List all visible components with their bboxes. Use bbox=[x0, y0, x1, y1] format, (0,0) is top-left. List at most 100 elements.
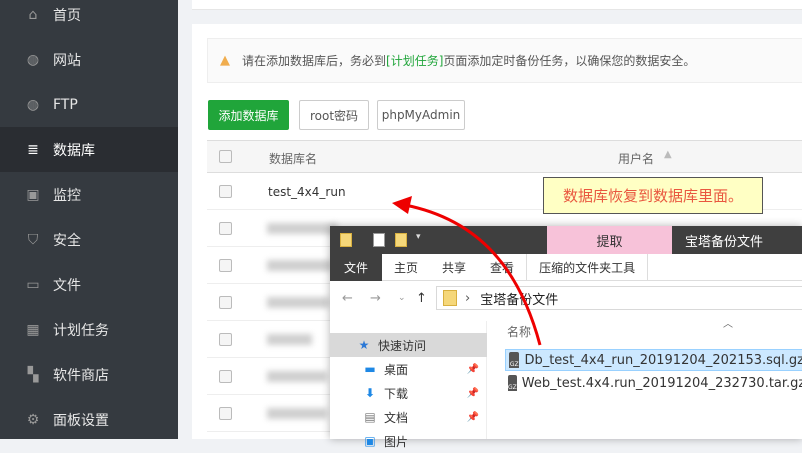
row-checkbox[interactable] bbox=[219, 296, 232, 309]
file-item[interactable]: GZ Web_test.4x4.run_20191204_232730.tar.g… bbox=[505, 372, 802, 394]
notice-box: ▲ 请在添加数据库后，务必到 [计划任务] 页面添加定时备份任务，以确保您的数据安全… bbox=[207, 38, 802, 83]
gz-archive-icon: GZ bbox=[508, 375, 517, 391]
header-db-name[interactable]: 数据库名 bbox=[269, 150, 317, 167]
tab-share[interactable]: 共享 bbox=[430, 254, 478, 281]
properties-icon[interactable] bbox=[373, 233, 385, 247]
sidebar-item-ftp[interactable]: ◍ FTP bbox=[0, 82, 178, 127]
blurred-name bbox=[267, 371, 327, 382]
nav-label: 图片 bbox=[384, 434, 409, 449]
document-icon: ▤ bbox=[364, 410, 376, 424]
nav-pictures[interactable]: ▣ 图片 bbox=[330, 429, 487, 453]
nav-desktop[interactable]: ▬ 桌面 📌 bbox=[330, 357, 487, 381]
pin-icon[interactable]: 📌 bbox=[467, 364, 479, 375]
row-checkbox[interactable] bbox=[219, 407, 232, 420]
blurred-name bbox=[267, 297, 329, 308]
notice-text-end: 页面添加定时备份任务，以确保您的数据安全。 bbox=[443, 54, 696, 68]
folder-icon[interactable] bbox=[340, 233, 352, 247]
tab-home[interactable]: 主页 bbox=[382, 254, 430, 281]
file-explorer-window: ▾ 提取 宝塔备份文件 文件 主页 共享 查看 压缩的文件夹工具 ← → ⌄ ↑… bbox=[330, 226, 802, 449]
home-icon: ⌂ bbox=[28, 6, 38, 23]
tab-view[interactable]: 查看 bbox=[478, 254, 526, 281]
tab-compressed-tools[interactable]: 压缩的文件夹工具 bbox=[526, 253, 649, 281]
nav-quick-access[interactable]: ★ 快速访问 bbox=[330, 333, 487, 357]
database-icon: ≣ bbox=[27, 141, 39, 158]
sidebar-item-label: 首页 bbox=[53, 7, 81, 24]
row-checkbox[interactable] bbox=[219, 222, 232, 235]
sidebar-item-home[interactable]: ⌂ 首页 bbox=[0, 0, 178, 37]
row-checkbox[interactable] bbox=[219, 185, 232, 198]
globe-icon: ◍ bbox=[26, 51, 40, 68]
sidebar-item-database[interactable]: ≣ 数据库 bbox=[0, 127, 178, 172]
calendar-icon: ▦ bbox=[26, 321, 40, 338]
sidebar-item-security[interactable]: ⛉ 安全 bbox=[0, 217, 178, 262]
nav-label: 快速访问 bbox=[378, 338, 427, 353]
download-icon: ⬇ bbox=[364, 386, 376, 400]
ribbon-tabs: 文件 主页 共享 查看 压缩的文件夹工具 bbox=[330, 253, 802, 281]
blurred-name bbox=[267, 408, 327, 419]
window-title: 宝塔备份文件 bbox=[685, 234, 764, 250]
row-checkbox[interactable] bbox=[219, 370, 232, 383]
phpmyadmin-button[interactable]: phpMyAdmin bbox=[377, 100, 465, 130]
new-folder-icon[interactable] bbox=[395, 233, 407, 247]
sidebar-item-label: FTP bbox=[53, 96, 78, 113]
desktop-icon: ▬ bbox=[364, 362, 376, 376]
sidebar: ⌂ 首页 ◍ 网站 ◍ FTP ≣ 数据库 ▣ 监控 ⛉ 安全 ▭ 文件 ▦ 计划任务 ▚ 软件商… bbox=[0, 0, 178, 439]
sidebar-item-label: 软件商店 bbox=[53, 367, 109, 384]
sidebar-item-cron[interactable]: ▦ 计划任务 bbox=[0, 307, 178, 352]
folder-icon: ▭ bbox=[26, 276, 40, 293]
grid-icon: ▚ bbox=[27, 366, 39, 383]
nav-downloads[interactable]: ⬇ 下载 📌 bbox=[330, 381, 487, 405]
add-database-button[interactable]: 添加数据库 bbox=[208, 100, 289, 130]
file-name: Db_test_4x4_run_20191204_202153.sql.gz bbox=[524, 352, 802, 368]
warning-icon: ▲ bbox=[220, 53, 230, 68]
nav-documents[interactable]: ▤ 文档 📌 bbox=[330, 405, 487, 429]
column-name-header[interactable]: 名称 bbox=[507, 323, 531, 340]
address-bar[interactable]: › 宝塔备份文件 bbox=[436, 286, 802, 310]
file-item[interactable]: GZ Db_test_4x4_run_20191204_202153.sql.gz bbox=[505, 349, 802, 371]
sort-asc-icon[interactable]: ▲ bbox=[664, 149, 672, 160]
sidebar-item-label: 数据库 bbox=[53, 142, 95, 159]
row-checkbox[interactable] bbox=[219, 333, 232, 346]
forward-icon[interactable]: → bbox=[370, 291, 381, 306]
root-password-button[interactable]: root密码 bbox=[299, 100, 369, 130]
navigation-pane: ★ 快速访问 ▬ 桌面 📌 ⬇ 下载 📌 ▤ 文档 📌 ▣ 图片 bbox=[330, 321, 487, 449]
pin-icon[interactable]: 📌 bbox=[467, 412, 479, 423]
sidebar-item-settings[interactable]: ⚙ 面板设置 bbox=[0, 397, 178, 442]
recent-chevron-icon[interactable]: ⌄ bbox=[398, 293, 406, 303]
up-icon[interactable]: ↑ bbox=[416, 291, 427, 306]
sort-up-icon[interactable]: ︿ bbox=[723, 315, 733, 330]
file-name: Web_test.4x4.run_20191204_232730.tar.gz bbox=[521, 375, 802, 391]
panel-gap bbox=[192, 10, 802, 24]
row-checkbox[interactable] bbox=[219, 259, 232, 272]
cron-link[interactable]: [计划任务] bbox=[386, 52, 443, 69]
sidebar-item-files[interactable]: ▭ 文件 bbox=[0, 262, 178, 307]
blurred-name bbox=[267, 223, 337, 234]
annotation-callout: 数据库恢复到数据库里面。 bbox=[543, 177, 763, 214]
gz-archive-icon: GZ bbox=[509, 352, 520, 368]
table-header: 数据库名 用户名 ▲ bbox=[207, 140, 802, 173]
sidebar-item-label: 面板设置 bbox=[53, 412, 109, 429]
tab-extract[interactable]: 提取 bbox=[547, 226, 672, 254]
ftp-icon: ◍ bbox=[26, 96, 40, 113]
tab-file[interactable]: 文件 bbox=[330, 253, 383, 281]
sidebar-item-label: 文件 bbox=[53, 277, 81, 294]
monitor-icon: ▣ bbox=[26, 186, 40, 203]
sidebar-item-website[interactable]: ◍ 网站 bbox=[0, 37, 178, 82]
folder-icon bbox=[443, 290, 457, 306]
title-bar: ▾ 提取 宝塔备份文件 bbox=[330, 226, 802, 254]
gear-icon: ⚙ bbox=[26, 411, 40, 428]
sidebar-item-label: 网站 bbox=[53, 52, 81, 69]
blurred-name bbox=[267, 334, 312, 345]
chevron-down-icon[interactable]: ▾ bbox=[416, 232, 421, 242]
sidebar-item-monitor[interactable]: ▣ 监控 bbox=[0, 172, 178, 217]
back-icon[interactable]: ← bbox=[342, 291, 353, 306]
picture-icon: ▣ bbox=[364, 434, 376, 448]
pin-icon[interactable]: 📌 bbox=[467, 388, 479, 399]
header-username[interactable]: 用户名 bbox=[618, 150, 654, 167]
star-icon: ★ bbox=[358, 338, 370, 352]
sidebar-item-store[interactable]: ▚ 软件商店 bbox=[0, 352, 178, 397]
file-list: ︿ 名称 GZ Db_test_4x4_run_20191204_202153.s… bbox=[490, 313, 802, 439]
nav-label: 文档 bbox=[384, 410, 409, 425]
nav-label: 桌面 bbox=[384, 362, 409, 377]
select-all-checkbox[interactable] bbox=[219, 150, 232, 163]
